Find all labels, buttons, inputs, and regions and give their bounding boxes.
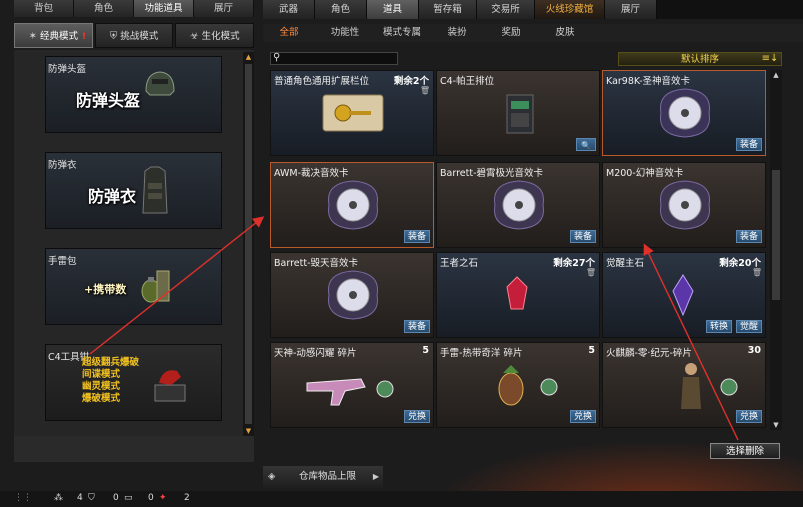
- status-value: 0: [113, 493, 119, 503]
- shield-icon: ⛉: [88, 493, 95, 503]
- status-bar: ⋮⋮ ⁂ 4 ⛉ 0 ▭ 0 ✦ 2: [0, 491, 803, 507]
- gift-icon[interactable]: ✦: [159, 493, 167, 503]
- status-value: 4: [77, 493, 83, 503]
- arrow-to-m200-card: [643, 243, 739, 441]
- status-value: 0: [148, 493, 154, 503]
- grip-icon: ⋮⋮: [14, 493, 32, 503]
- status-value: 2: [184, 493, 190, 503]
- bullet-icon: ⁂: [54, 493, 63, 503]
- ticket-icon: ▭: [124, 493, 133, 503]
- arrow-to-awm-card: [89, 216, 265, 355]
- annotation-arrows: [89, 216, 739, 441]
